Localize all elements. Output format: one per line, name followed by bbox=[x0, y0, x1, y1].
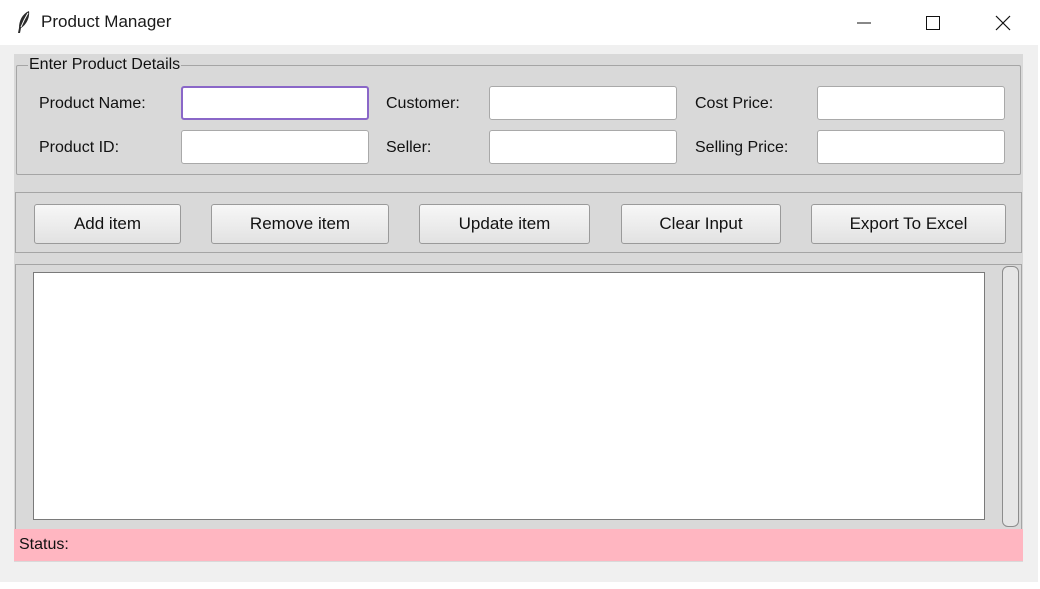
customer-input[interactable] bbox=[489, 86, 677, 120]
vertical-scrollbar[interactable] bbox=[1002, 266, 1019, 527]
product-details-group: Enter Product Details Product Name: Cust… bbox=[16, 56, 1021, 175]
maximize-button[interactable] bbox=[900, 0, 966, 45]
product-id-label: Product ID: bbox=[39, 139, 120, 156]
product-id-input[interactable] bbox=[181, 130, 369, 164]
minimize-button[interactable] bbox=[831, 0, 897, 45]
update-item-button[interactable]: Update item bbox=[419, 204, 590, 244]
client-area: Enter Product Details Product Name: Cust… bbox=[0, 45, 1038, 582]
main-panel: Enter Product Details Product Name: Cust… bbox=[14, 54, 1023, 562]
selling-price-input[interactable] bbox=[817, 130, 1005, 164]
seller-input[interactable] bbox=[489, 130, 677, 164]
close-icon bbox=[994, 14, 1012, 32]
cost-price-label: Cost Price: bbox=[695, 95, 774, 112]
cost-price-input[interactable] bbox=[817, 86, 1005, 120]
product-name-input[interactable] bbox=[181, 86, 369, 120]
feather-icon bbox=[14, 10, 34, 34]
customer-label: Customer: bbox=[386, 95, 460, 112]
maximize-icon bbox=[925, 15, 941, 31]
button-bar: Add item Remove item Update item Clear I… bbox=[15, 192, 1022, 253]
product-listbox[interactable] bbox=[33, 272, 985, 520]
product-name-label: Product Name: bbox=[39, 95, 146, 112]
status-label: Status: bbox=[19, 536, 69, 553]
clear-input-button[interactable]: Clear Input bbox=[621, 204, 781, 244]
close-button[interactable] bbox=[970, 0, 1036, 45]
minimize-icon bbox=[856, 15, 872, 31]
selling-price-label: Selling Price: bbox=[695, 139, 789, 156]
group-title: Enter Product Details bbox=[28, 56, 182, 74]
export-to-excel-button[interactable]: Export To Excel bbox=[811, 204, 1006, 244]
status-bar: Status: bbox=[14, 529, 1023, 561]
add-item-button[interactable]: Add item bbox=[34, 204, 181, 244]
remove-item-button[interactable]: Remove item bbox=[211, 204, 389, 244]
window-title: Product Manager bbox=[41, 12, 172, 31]
seller-label: Seller: bbox=[386, 139, 432, 156]
title-bar[interactable]: Product Manager bbox=[0, 0, 1038, 45]
app-window: Product Manager Enter Product Details Pr… bbox=[0, 0, 1038, 582]
